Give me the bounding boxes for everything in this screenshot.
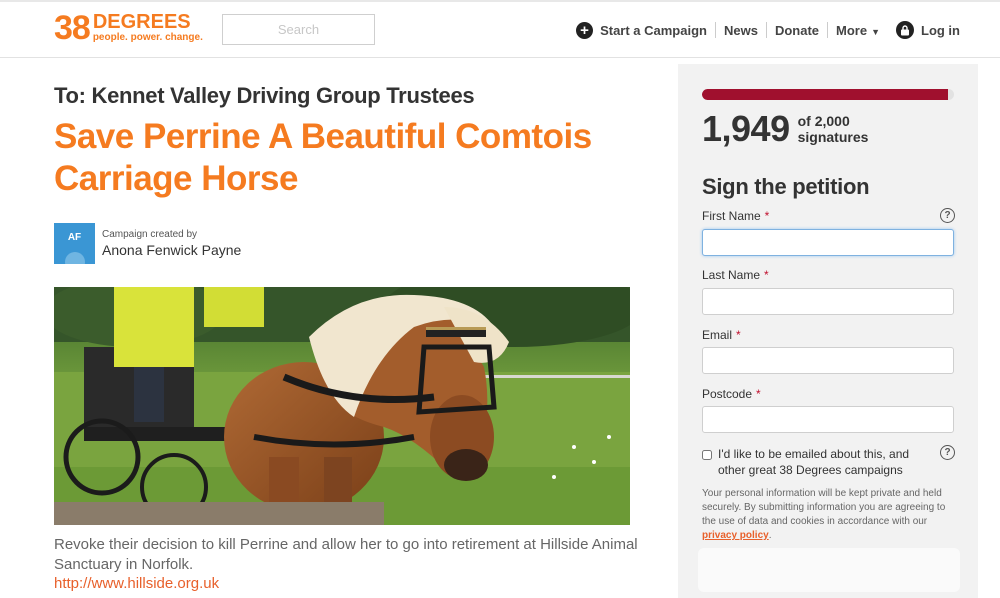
header-top-border	[0, 0, 1000, 2]
email-label: Email *	[702, 328, 741, 342]
last-name-label: Last Name *	[702, 268, 769, 282]
nav-donate[interactable]: Donate	[775, 23, 819, 38]
nav-login[interactable]: Log in	[921, 23, 960, 38]
email-optin: I'd like to be emailed about this, and o…	[702, 446, 932, 478]
required-mark: *	[756, 387, 761, 401]
last-name-field[interactable]	[702, 288, 954, 315]
signature-count: 1,949 of 2,000 signatures	[702, 108, 868, 150]
signature-goal: of 2,000 signatures	[798, 113, 869, 145]
nav-divider	[765, 22, 767, 38]
nav-divider	[714, 22, 716, 38]
first-name-label-text: First Name	[702, 209, 761, 223]
signature-number: 1,949	[702, 108, 790, 149]
logo-number: 38	[54, 9, 91, 47]
email-label-text: Email	[702, 328, 733, 342]
logo-tagline: people. power. change.	[92, 32, 203, 43]
required-mark: *	[736, 328, 741, 342]
petition-recipient: To: Kennet Valley Driving Group Trustees	[54, 83, 475, 108]
signature-goal-line1: of 2,000	[797, 113, 850, 129]
email-field[interactable]	[702, 347, 954, 374]
creator-name: Anona Fenwick Payne	[102, 242, 242, 258]
email-optin-checkbox[interactable]	[702, 450, 712, 460]
site-logo[interactable]: 38 DEGREES people. power. change.	[54, 10, 203, 46]
search-input[interactable]	[222, 14, 375, 45]
nav-start-campaign[interactable]: Start a Campaign	[600, 23, 707, 38]
petition-title: Save Perrine A Beautiful Comtois Carriag…	[54, 117, 592, 198]
plus-icon[interactable]: +	[576, 21, 594, 39]
logo-word: DEGREES	[92, 11, 191, 33]
avatar-silhouette	[65, 252, 85, 264]
first-name-field[interactable]	[702, 229, 954, 256]
chevron-down-icon: ▼	[871, 26, 880, 37]
creator-text: Campaign created by Anona Fenwick Payne	[102, 228, 241, 259]
campaign-creator: AF Campaign created by Anona Fenwick Pay…	[54, 223, 241, 264]
email-optin-label[interactable]: I'd like to be emailed about this, and o…	[718, 446, 932, 478]
petition-description: Revoke their decision to kill Perrine an…	[54, 536, 638, 573]
postcode-field[interactable]	[702, 406, 954, 433]
help-icon[interactable]: ?	[940, 208, 955, 223]
sign-heading: Sign the petition	[702, 174, 870, 199]
avatar: AF	[54, 223, 95, 264]
required-mark: *	[764, 209, 770, 223]
privacy-policy-link[interactable]: privacy policy	[702, 530, 769, 541]
sign-petition-panel: 1,949 of 2,000 signatures Sign the petit…	[678, 64, 978, 598]
site-header: 38 DEGREES people. power. change. + Star…	[0, 0, 1000, 58]
logo-text: DEGREES people. power. change.	[92, 11, 203, 43]
required-mark: *	[764, 268, 769, 282]
nav-more[interactable]: More ▼	[836, 23, 880, 38]
petition-link[interactable]: http://www.hillside.org.uk	[54, 575, 219, 592]
nav-more-label: More	[836, 22, 868, 38]
creator-label: Campaign created by	[102, 229, 198, 240]
postcode-label: Postcode *	[702, 387, 761, 401]
submit-area	[698, 548, 960, 592]
postcode-label-text: Postcode	[702, 387, 753, 401]
lock-icon[interactable]	[896, 21, 914, 39]
help-icon[interactable]: ?	[940, 445, 955, 460]
privacy-notice: Your personal information will be kept p…	[702, 488, 946, 541]
nav-divider	[827, 22, 829, 38]
signature-goal-line2: signatures	[797, 129, 869, 145]
avatar-initials: AF	[67, 232, 82, 243]
main-nav: + Start a Campaign News Donate More ▼ Log…	[576, 18, 960, 42]
campaign-photo	[54, 287, 630, 525]
first-name-label: First Name *	[702, 209, 769, 223]
progress-fill	[702, 89, 948, 100]
signature-progress-bar	[702, 89, 954, 100]
nav-news[interactable]: News	[724, 23, 758, 38]
privacy-text: Your personal information will be kept p…	[702, 488, 946, 527]
last-name-label-text: Last Name	[702, 268, 761, 282]
